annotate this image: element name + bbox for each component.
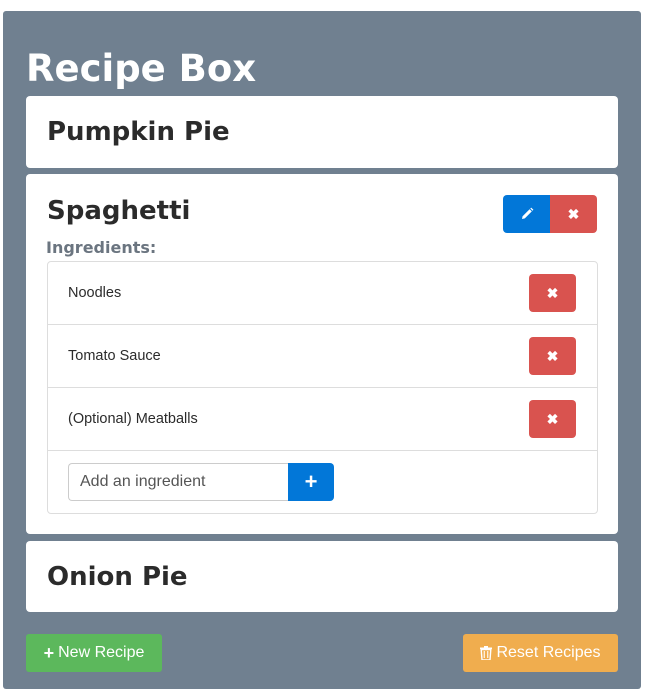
ingredient-text: (Optional) Meatballs (68, 411, 198, 427)
pencil-icon (521, 207, 533, 219)
times-icon: ✖ (546, 411, 559, 427)
recipe-box-container: Recipe Box Pumpkin Pie Spaghetti ✖ Ingre… (3, 11, 641, 689)
ingredient-text: Tomato Sauce (68, 348, 161, 364)
delete-ingredient-button[interactable]: ✖ (529, 337, 576, 375)
list-item: Tomato Sauce ✖ (48, 325, 597, 388)
new-recipe-label: New Recipe (58, 644, 145, 661)
plus-icon: + (43, 643, 55, 663)
list-item: (Optional) Meatballs ✖ (48, 388, 597, 451)
reset-recipes-label: Reset Recipes (496, 644, 601, 661)
ingredients-label: Ingredients: (46, 238, 157, 257)
recipe-card-pumpkin-pie[interactable]: Pumpkin Pie (26, 96, 618, 168)
new-recipe-button[interactable]: + New Recipe (26, 634, 162, 672)
recipe-title[interactable]: Spaghetti (47, 195, 190, 227)
add-ingredient-button[interactable]: + (288, 463, 334, 501)
list-item: Noodles ✖ (48, 262, 597, 325)
recipe-card-spaghetti: Spaghetti ✖ Ingredients: Noodles ✖ Tomat… (26, 174, 618, 534)
delete-ingredient-button[interactable]: ✖ (529, 400, 576, 438)
edit-recipe-button[interactable] (503, 195, 550, 233)
times-icon: ✖ (567, 206, 580, 222)
ingredient-text: Noodles (68, 285, 122, 301)
recipe-card-onion-pie[interactable]: Onion Pie (26, 541, 618, 612)
plus-icon: + (304, 469, 318, 494)
ingredients-list: Noodles ✖ Tomato Sauce ✖ (Optional) Meat… (47, 261, 598, 514)
recipe-title[interactable]: Onion Pie (47, 561, 188, 593)
recipe-title[interactable]: Pumpkin Pie (47, 116, 230, 148)
trash-icon (480, 646, 493, 660)
delete-recipe-button[interactable]: ✖ (550, 195, 597, 233)
delete-ingredient-button[interactable]: ✖ (529, 274, 576, 312)
reset-recipes-button[interactable]: Reset Recipes (463, 634, 618, 672)
times-icon: ✖ (546, 285, 559, 301)
app-title: Recipe Box (26, 47, 257, 90)
times-icon: ✖ (546, 348, 559, 364)
add-ingredient-input[interactable] (68, 463, 289, 501)
